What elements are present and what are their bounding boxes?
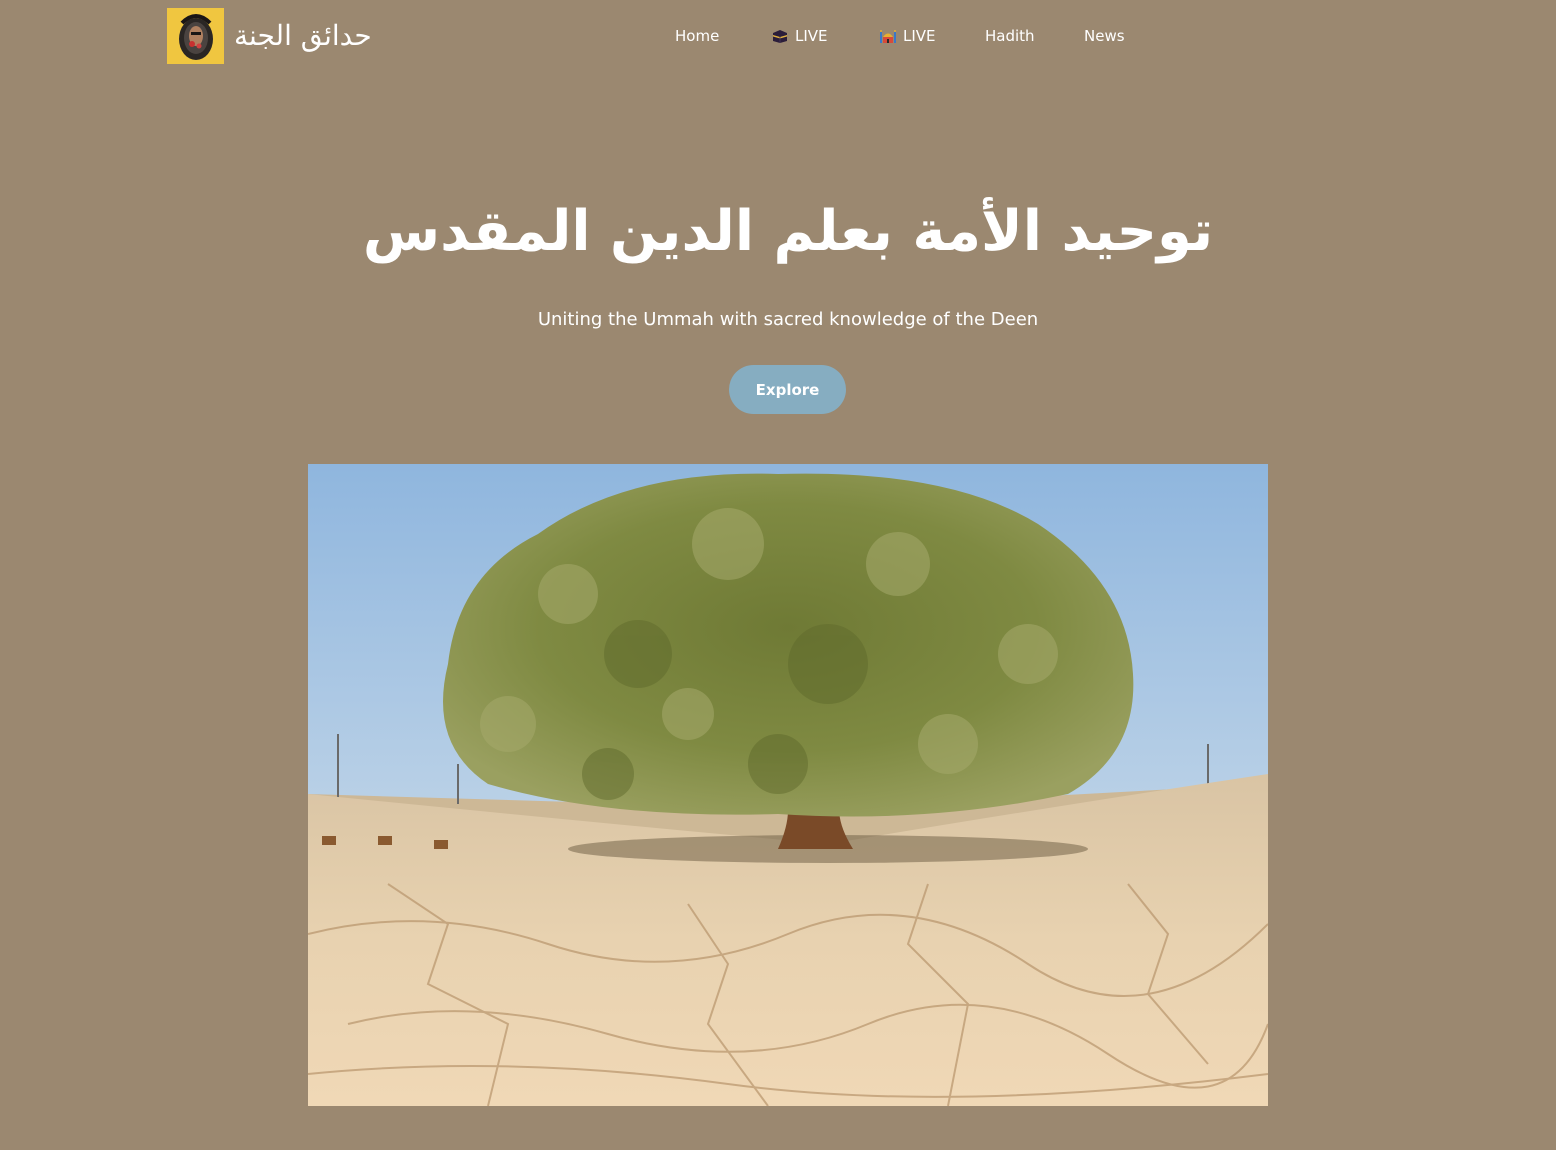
nav-live-label-1: LIVE <box>795 27 828 45</box>
hero-title: توحيد الأمة بعلم الدين المقدس <box>362 199 1214 264</box>
explore-button[interactable]: Explore <box>729 365 846 414</box>
nav-home[interactable]: Home <box>675 24 719 48</box>
page: حدائق الجنة Home LIVE LIVE Hadith News ت… <box>0 0 1556 1150</box>
nav-home-label: Home <box>675 27 720 45</box>
nav-hadith-label: Hadith <box>985 27 1035 45</box>
tree-in-desert-image <box>308 464 1268 1106</box>
kaaba-icon <box>773 30 787 43</box>
nav-live-label-2: LIVE <box>903 27 936 45</box>
mosque-icon <box>880 30 896 43</box>
nav-hadith[interactable]: Hadith <box>985 24 1035 48</box>
main-nav: Home LIVE LIVE Hadith News <box>0 24 1556 48</box>
hero-subtitle: Uniting the Ummah with sacred knowledge … <box>537 309 1039 330</box>
hero-image <box>308 464 1268 1106</box>
nav-live-mosque[interactable]: LIVE <box>879 24 936 48</box>
nav-news-label: News <box>1084 27 1125 45</box>
nav-live-kaaba[interactable]: LIVE <box>771 24 828 48</box>
nav-news[interactable]: News <box>1084 24 1125 48</box>
